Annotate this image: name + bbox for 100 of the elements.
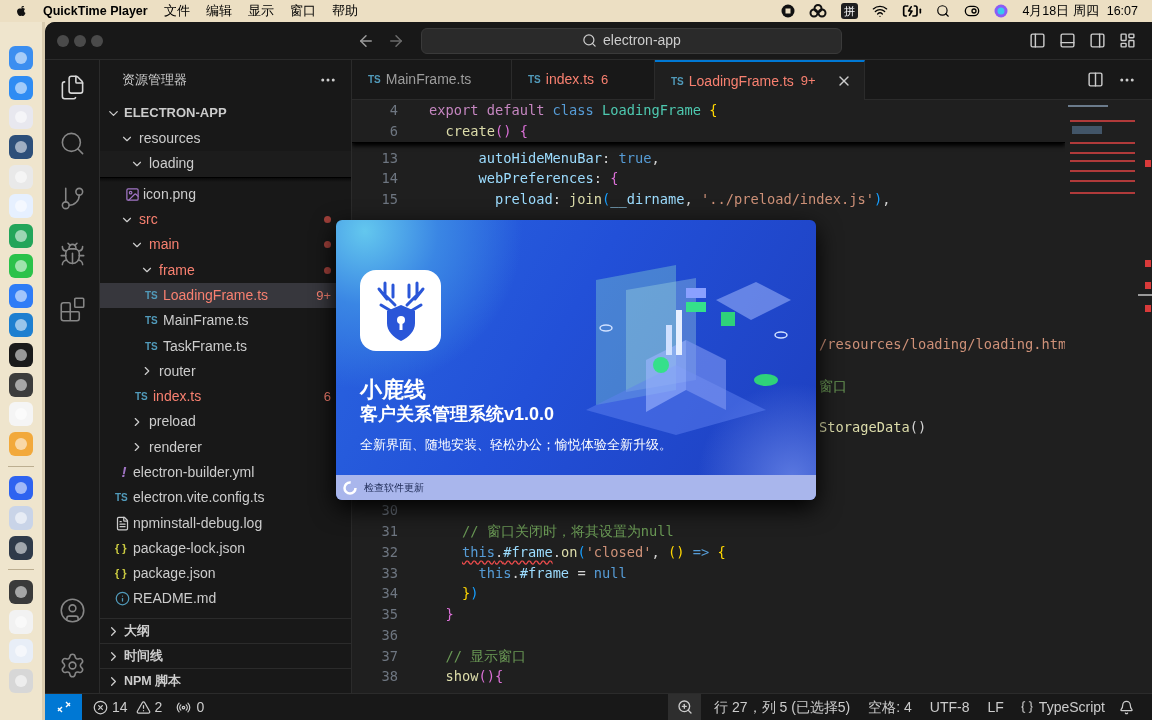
input-method-indicator[interactable]: 拼: [841, 3, 859, 19]
folder-row[interactable]: main: [100, 232, 351, 258]
folder-row[interactable]: renderer: [100, 434, 351, 460]
wifi-icon[interactable]: [872, 3, 889, 19]
bug-icon[interactable]: [58, 240, 86, 268]
zoom-button[interactable]: [668, 694, 702, 720]
menu-item[interactable]: 窗口: [289, 1, 316, 21]
language-mode[interactable]: TypeScript: [1019, 696, 1105, 718]
code-line: 窗口: [819, 376, 847, 396]
rings-icon[interactable]: [809, 4, 828, 18]
blocks-icon[interactable]: [58, 296, 86, 324]
problem-count: 9+: [316, 286, 331, 305]
typescript-file-icon: TS: [671, 73, 684, 89]
line-number: 34: [380, 584, 398, 604]
code-line: show(){: [444, 667, 504, 687]
file-row[interactable]: { } package.json: [100, 561, 351, 587]
toggle-panel-icon[interactable]: [1059, 32, 1076, 49]
line-number: 13: [380, 148, 398, 168]
app-icon[interactable]: [9, 135, 33, 160]
file-row[interactable]: ! electron-builder.yml: [100, 459, 351, 486]
line-number: 35: [380, 605, 398, 625]
image-file-icon: [125, 186, 140, 202]
code-line: create() {: [444, 122, 528, 142]
file-row[interactable]: TS index.ts 6: [100, 383, 351, 410]
folder-name: renderer: [149, 437, 202, 457]
project-header[interactable]: ELECTRON-APP: [100, 100, 351, 126]
remote-button[interactable]: [45, 694, 82, 720]
app-icon[interactable]: [9, 342, 33, 367]
folder-name: loading: [149, 154, 195, 174]
folder-row[interactable]: router: [100, 358, 351, 384]
folder-row[interactable]: preload: [100, 409, 351, 435]
folder-row[interactable]: loading: [100, 151, 351, 177]
tab-label: index.ts: [545, 70, 595, 89]
line-number: 33: [380, 563, 398, 583]
account-icon[interactable]: [58, 597, 86, 624]
project-name: ELECTRON-APP: [124, 104, 227, 123]
command-search-field[interactable]: electron-app: [421, 27, 842, 54]
typescript-file-icon: TS: [145, 338, 163, 354]
toggle-sidebar-icon[interactable]: [1029, 32, 1046, 49]
folder-row[interactable]: resources: [100, 126, 351, 152]
error-icon: [93, 699, 108, 715]
file-row[interactable]: TS TaskFrame.ts: [100, 333, 351, 359]
menu-item[interactable]: 编辑: [205, 1, 232, 21]
app-icon[interactable]: [9, 372, 33, 397]
code-line: // 窗口关闭时，将其设置为null: [460, 522, 674, 542]
line-number: 37: [380, 646, 398, 666]
toggle-secondary-sidebar-icon[interactable]: [1089, 32, 1106, 49]
ports-button[interactable]: 0: [176, 696, 205, 718]
split-editor-icon[interactable]: [1087, 71, 1104, 88]
file-row[interactable]: npminstall-debug.log: [100, 510, 351, 536]
file-row[interactable]: TS MainFrame.ts: [100, 308, 351, 334]
section-title: NPM 脚本: [124, 672, 182, 690]
section-title: 大纲: [124, 622, 150, 640]
tab-label: LoadingFrame.ts: [688, 71, 794, 91]
code-line: }: [444, 605, 454, 625]
file-name: electron.vite.config.ts: [133, 488, 265, 508]
typescript-file-icon: TS: [115, 490, 133, 506]
menu-item[interactable]: 帮助: [331, 1, 358, 21]
folder-row[interactable]: src: [100, 206, 351, 233]
editor-tab[interactable]: TS LoadingFrame.ts 9+: [655, 60, 865, 100]
app-icon[interactable]: [9, 580, 33, 605]
menu-bar-date[interactable]: 4月18日 周四: [1022, 1, 1099, 21]
file-name: electron-builder.yml: [133, 463, 255, 482]
menu-bar-clock[interactable]: 16:07: [1106, 1, 1138, 21]
file-name: package.json: [133, 564, 216, 584]
editor-tab[interactable]: TS MainFrame.ts: [352, 60, 512, 99]
product-title: 客户关系管理系统v1.0.0: [360, 403, 556, 425]
code-line: export default class LoadingFrame {: [429, 101, 718, 121]
file-row[interactable]: README.md: [100, 586, 351, 612]
menu-item[interactable]: 文件: [163, 1, 190, 21]
section-header[interactable]: 时间线: [100, 643, 351, 668]
file-row[interactable]: { } package-lock.json: [100, 535, 351, 562]
record-icon[interactable]: [781, 4, 796, 18]
control-center-icon[interactable]: [964, 3, 981, 19]
folder-row[interactable]: frame: [100, 257, 351, 283]
code-line: // 显示窗口: [444, 646, 527, 666]
layout-icon[interactable]: [1119, 32, 1136, 49]
app-icon[interactable]: [9, 535, 33, 560]
file-name: index.ts: [153, 387, 202, 407]
app-menu[interactable]: QuickTime Player: [43, 1, 148, 21]
apple-logo-icon[interactable]: [15, 4, 27, 18]
typescript-file-icon: TS: [135, 389, 153, 405]
encoding[interactable]: UTF-8: [929, 696, 970, 718]
tab-label: MainFrame.ts: [385, 70, 472, 89]
problems-button[interactable]: 14 2: [93, 696, 163, 718]
section-header[interactable]: 大纲: [100, 618, 351, 643]
yaml-file-icon: !: [115, 461, 133, 484]
line-number: 31: [380, 522, 398, 542]
bell-icon[interactable]: [1119, 699, 1134, 715]
file-row[interactable]: icon.png: [100, 181, 351, 207]
search-icon[interactable]: [936, 4, 951, 18]
brand-name: 小鹿线: [360, 377, 427, 403]
line-ending[interactable]: LF: [987, 696, 1004, 718]
indentation[interactable]: 空格: 4: [868, 696, 912, 718]
menu-item[interactable]: 显示: [247, 1, 274, 21]
problem-count: 6: [323, 387, 331, 406]
line-number: 30: [380, 501, 398, 521]
search-icon: [582, 33, 598, 48]
text-file-icon: [115, 515, 130, 531]
cursor-position[interactable]: 行 27，列 5 (已选择5): [714, 696, 851, 718]
